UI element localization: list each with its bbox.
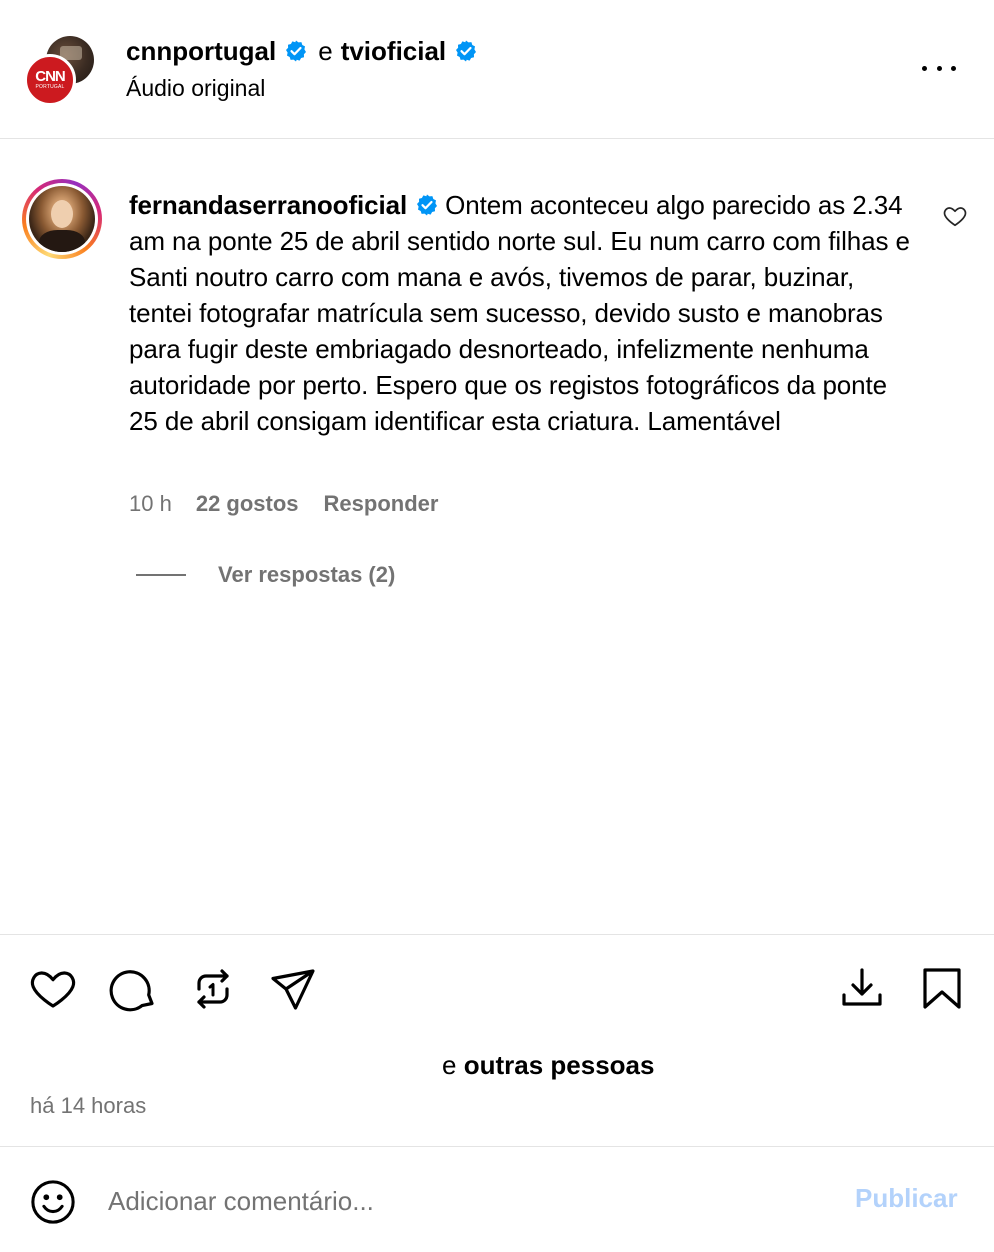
likes-others-link[interactable]: outras pessoas: [464, 1050, 655, 1080]
authors-joiner: e: [318, 35, 333, 66]
publish-button[interactable]: Publicar: [855, 1183, 958, 1214]
commenter-avatar[interactable]: [29, 186, 95, 252]
comment-timestamp[interactable]: 10 h: [129, 491, 172, 517]
comment-icon[interactable]: [109, 965, 157, 1013]
comment-likes-count[interactable]: 22 gostos: [196, 491, 299, 517]
comment-like-heart-icon[interactable]: [942, 203, 968, 229]
cnn-logo-subtext: PORTUGAL: [35, 84, 65, 90]
author-avatars[interactable]: CNN PORTUGAL: [24, 36, 96, 106]
comment-input[interactable]: [108, 1177, 808, 1225]
commenter-avatar-story-ring[interactable]: [22, 179, 102, 259]
verified-badge-icon: [286, 40, 307, 62]
post-likes-summary[interactable]: e outras pessoas: [442, 1050, 654, 1081]
cnnportugal-avatar[interactable]: CNN PORTUGAL: [24, 54, 76, 106]
comment-composer: Publicar: [0, 1146, 994, 1252]
cnn-logo-text: CNN: [35, 68, 65, 85]
more-options-button[interactable]: [918, 56, 960, 80]
more-icon-dot: [922, 65, 927, 71]
likes-prefix: e: [442, 1050, 457, 1080]
share-icon[interactable]: [269, 965, 317, 1013]
bookmark-icon[interactable]: [918, 965, 966, 1013]
view-replies-label: Ver respostas (2): [218, 562, 396, 587]
replies-divider: [136, 574, 186, 576]
emoji-icon[interactable]: [30, 1179, 76, 1225]
comment-meta: 10 h 22 gostos Responder: [129, 491, 438, 517]
view-replies-button[interactable]: Ver respostas (2): [136, 562, 395, 588]
like-heart-icon[interactable]: [29, 965, 77, 1013]
comment-item: fernandaserranooficial Ontem aconteceu a…: [0, 139, 994, 934]
post-actions: e outras pessoas há 14 horas: [0, 934, 994, 1146]
verified-badge-icon: [417, 194, 438, 216]
download-icon[interactable]: [838, 965, 886, 1013]
reply-button[interactable]: Responder: [324, 491, 439, 517]
verified-badge-icon: [456, 40, 477, 62]
more-icon-dot: [936, 65, 942, 71]
commenter-username-link[interactable]: fernandaserranooficial: [129, 190, 407, 220]
repost-icon[interactable]: [189, 965, 237, 1013]
author-secondary-link[interactable]: tvioficial: [341, 36, 446, 67]
audio-link[interactable]: Áudio original: [126, 75, 265, 102]
comment-body: fernandaserranooficial Ontem aconteceu a…: [129, 187, 919, 439]
post-authors: cnnportugal e tvioficial: [126, 35, 478, 67]
author-primary-link[interactable]: cnnportugal: [126, 36, 276, 67]
more-icon-dot: [951, 65, 956, 71]
post-header: CNN PORTUGAL cnnportugal e tvioficial Áu…: [0, 0, 994, 139]
post-timestamp[interactable]: há 14 horas: [30, 1093, 146, 1119]
comment-text: Ontem aconteceu algo parecido as 2.34 am…: [129, 190, 910, 436]
